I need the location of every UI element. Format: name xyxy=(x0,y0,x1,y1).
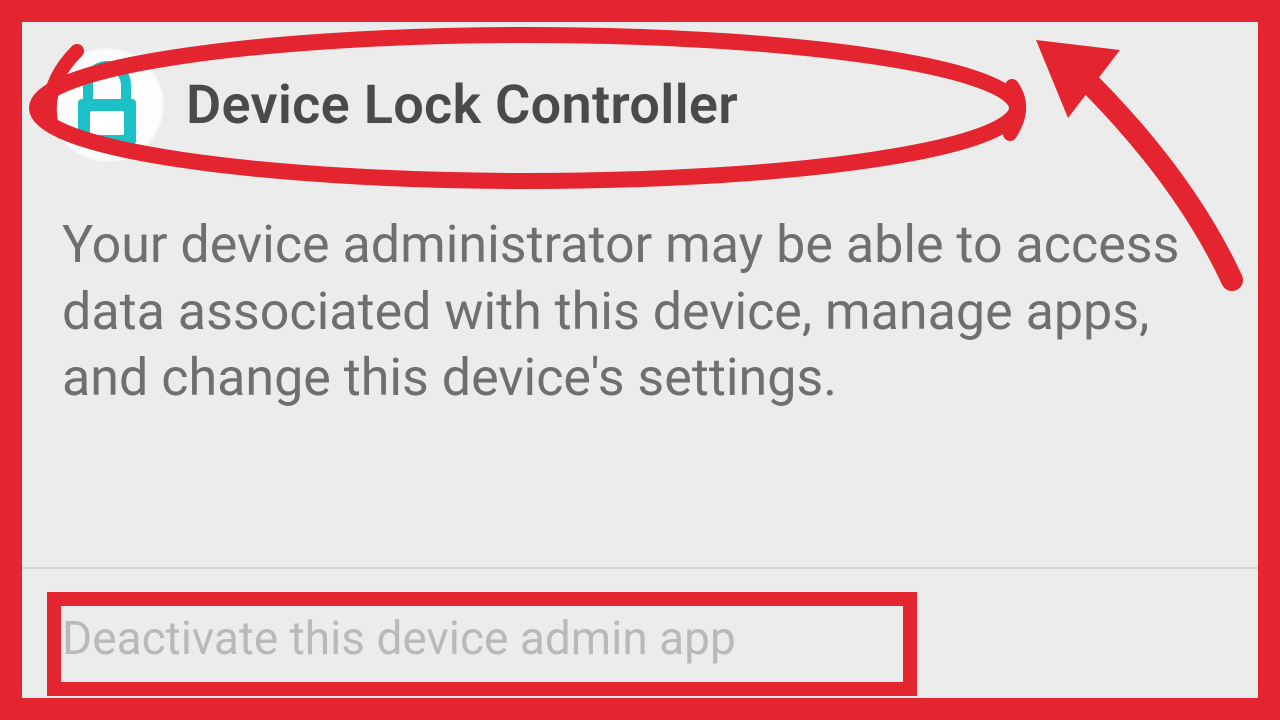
device-admin-screen: Device Lock Controller Your device admin… xyxy=(22,22,1258,698)
app-header: Device Lock Controller xyxy=(52,50,738,160)
divider xyxy=(22,567,1258,569)
admin-description-text: Your device administrator may be able to… xyxy=(62,212,1218,412)
deactivate-admin-button[interactable]: Deactivate this device admin app xyxy=(62,612,736,666)
lock-icon xyxy=(52,50,162,160)
app-title: Device Lock Controller xyxy=(186,74,738,137)
